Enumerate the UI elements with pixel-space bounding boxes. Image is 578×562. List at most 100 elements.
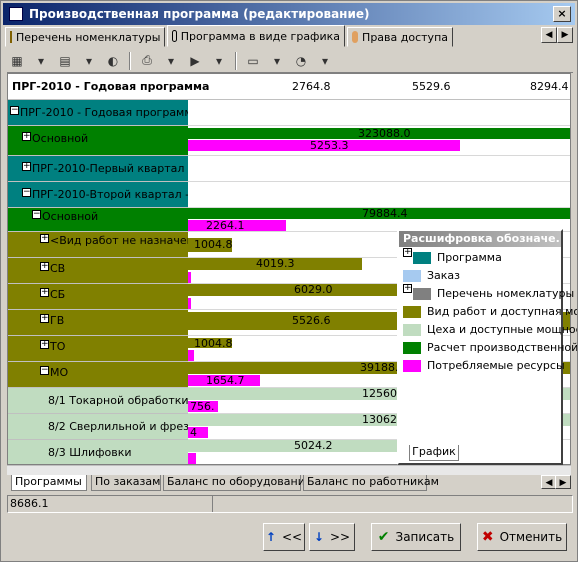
gantt-bar[interactable] — [188, 272, 191, 283]
tab-scroll-left-icon[interactable]: ◀ — [541, 27, 557, 43]
prev-label: << — [281, 530, 303, 544]
gantt-bar[interactable]: 5253.3 — [188, 140, 460, 151]
gantt-bar[interactable]: 4019.3 — [188, 258, 362, 270]
gantt-bar[interactable]: 756. — [188, 401, 218, 412]
prev-button[interactable]: ↑ << — [263, 523, 305, 551]
expand-icon[interactable]: + — [22, 132, 31, 141]
close-button[interactable]: × — [553, 6, 571, 22]
gantt-bar[interactable]: 5024.2 — [188, 440, 400, 452]
row-chart-cell — [188, 156, 570, 182]
expand-icon[interactable]: + — [40, 234, 49, 243]
axis-tick: 2764.8 — [292, 80, 331, 93]
tree-row[interactable]: +Основной 323088.0 5253.3 — [8, 126, 570, 156]
cancel-button[interactable]: ✖ Отменить — [477, 523, 567, 551]
next-button[interactable]: ↓ >> — [309, 523, 355, 551]
expand-icon[interactable]: + — [403, 248, 412, 257]
row-label: 8/3 Шлифовки — [48, 446, 132, 459]
tab-access[interactable]: Права доступа — [347, 27, 453, 47]
row-label-cell: −ПРГ-2010 - Годовая программа — [8, 100, 188, 126]
row-label-cell: −Основной — [8, 208, 188, 232]
chart-icon[interactable]: ◔ — [291, 51, 311, 71]
collapse-icon[interactable]: − — [32, 210, 41, 219]
legend-label: Программа — [437, 251, 502, 264]
row-label-cell: +СБ — [8, 284, 188, 310]
toggle-icon[interactable]: ◐ — [103, 51, 123, 71]
gantt-bar[interactable]: 1004.8 — [188, 338, 233, 349]
dropdown-arrow-icon[interactable]: ▾ — [79, 51, 99, 71]
collapse-icon[interactable]: − — [22, 188, 31, 197]
gantt-bar[interactable] — [188, 350, 194, 361]
tree-row[interactable]: −ПРГ-2010-Второй квартал - Квартальная — [8, 182, 570, 208]
grid-icon[interactable]: ▦ — [7, 51, 27, 71]
expand-icon[interactable]: + — [40, 340, 49, 349]
tree-row[interactable]: +ПРГ-2010-Первый квартал - Квартальная — [8, 156, 570, 182]
print-icon[interactable]: ⎙ — [137, 51, 157, 71]
bottom-tab-workers-balance[interactable]: Баланс по работникам — [303, 475, 439, 491]
title-bar: Производственная программа (редактирован… — [3, 3, 575, 25]
expand-icon[interactable]: + — [40, 314, 49, 323]
expand-icon[interactable]: + — [22, 162, 31, 171]
gantt-bar[interactable]: 4 — [188, 427, 208, 438]
row-label: 8/1 Токарной обработки — [48, 394, 188, 407]
dropdown-arrow-icon[interactable]: ▾ — [31, 51, 51, 71]
cancel-label: Отменить — [499, 530, 563, 544]
window-title: Производственная программа (редактирован… — [29, 7, 370, 21]
play-icon[interactable]: ▶ — [185, 51, 205, 71]
legend-item: Заказ — [403, 269, 460, 282]
gantt-bar[interactable]: 1654.7 — [188, 375, 260, 386]
tab-graph[interactable]: Программа в виде графика — [167, 25, 345, 47]
bottom-tab-orders[interactable]: По заказам — [91, 475, 161, 491]
window-icon[interactable]: ▭ — [243, 51, 263, 71]
save-button[interactable]: ✔ Записать — [371, 523, 461, 551]
legend-item: Расчет производственной — [403, 341, 577, 354]
row-label-cell: +СВ — [8, 258, 188, 284]
document-icon[interactable]: ▤ — [55, 51, 75, 71]
row-label: ПРГ-2010-Первый квартал - Квартальная — [32, 162, 188, 175]
bottom-tab-programs[interactable]: Программы — [11, 475, 87, 491]
tab-label: Программа в виде графика — [180, 29, 340, 43]
gantt-bar[interactable] — [188, 453, 196, 464]
legend-swatch — [403, 359, 421, 372]
gantt-bar[interactable] — [188, 298, 191, 309]
expand-icon[interactable]: + — [40, 288, 49, 297]
tree-row[interactable]: −ПРГ-2010 - Годовая программа — [8, 100, 570, 126]
gantt-bar[interactable]: 79884.4 — [188, 208, 570, 219]
scroll-right-icon[interactable]: ▶ — [555, 475, 571, 489]
collapse-icon[interactable]: − — [40, 366, 49, 375]
legend-swatch — [413, 287, 431, 300]
dropdown-arrow-icon[interactable]: ▾ — [209, 51, 229, 71]
legend-swatch — [413, 251, 431, 264]
row-chart-cell — [188, 182, 570, 208]
collapse-icon[interactable]: − — [10, 106, 19, 115]
gantt-bar[interactable]: 323088.0 — [188, 127, 570, 140]
row-label: СВ — [50, 262, 66, 275]
bottom-tab-equipment-balance[interactable]: Баланс по оборудованию — [163, 475, 314, 491]
tab-nomenclature[interactable]: Перечень номенклатуры — [5, 27, 165, 47]
dropdown-arrow-icon[interactable]: ▾ — [161, 51, 181, 71]
horizontal-scrollbar[interactable] — [7, 465, 571, 475]
row-label-cell: +<Вид работ не назначен> — [8, 232, 188, 258]
bottom-tab-bar: Программы По заказам Баланс по оборудова… — [7, 475, 571, 491]
row-label: ГВ — [50, 314, 65, 327]
bar-label: 2264.1 — [206, 219, 245, 232]
expand-icon[interactable]: + — [403, 284, 412, 293]
row-chart-cell: 323088.0 5253.3 — [188, 126, 570, 156]
bar-label: 1004.8 — [194, 238, 233, 251]
dropdown-arrow-icon[interactable]: ▾ — [267, 51, 287, 71]
bar-label: 6029.0 — [294, 283, 333, 296]
arrow-down-icon: ↓ — [313, 530, 324, 544]
row-label-cell: +ПРГ-2010-Первый квартал - Квартальная — [8, 156, 188, 182]
expand-icon[interactable]: + — [40, 262, 49, 271]
tab-scroll-right-icon[interactable]: ▶ — [557, 27, 573, 43]
separator — [129, 51, 131, 70]
row-label: ТО — [50, 340, 66, 353]
gantt-bar[interactable]: 1004.8 — [188, 238, 233, 252]
dropdown-arrow-icon[interactable]: ▾ — [315, 51, 335, 71]
row-label: ПРГ-2010 - Годовая программа — [20, 106, 188, 119]
bar-label: 1654.7 — [206, 374, 245, 387]
legend-tab-graph[interactable]: График — [409, 445, 459, 461]
row-label: <Вид работ не назначен> — [50, 234, 188, 247]
gantt-bar[interactable]: 2264.1 — [188, 220, 286, 231]
save-label: Записать — [395, 530, 455, 544]
bar-label: 323088.0 — [358, 127, 411, 140]
